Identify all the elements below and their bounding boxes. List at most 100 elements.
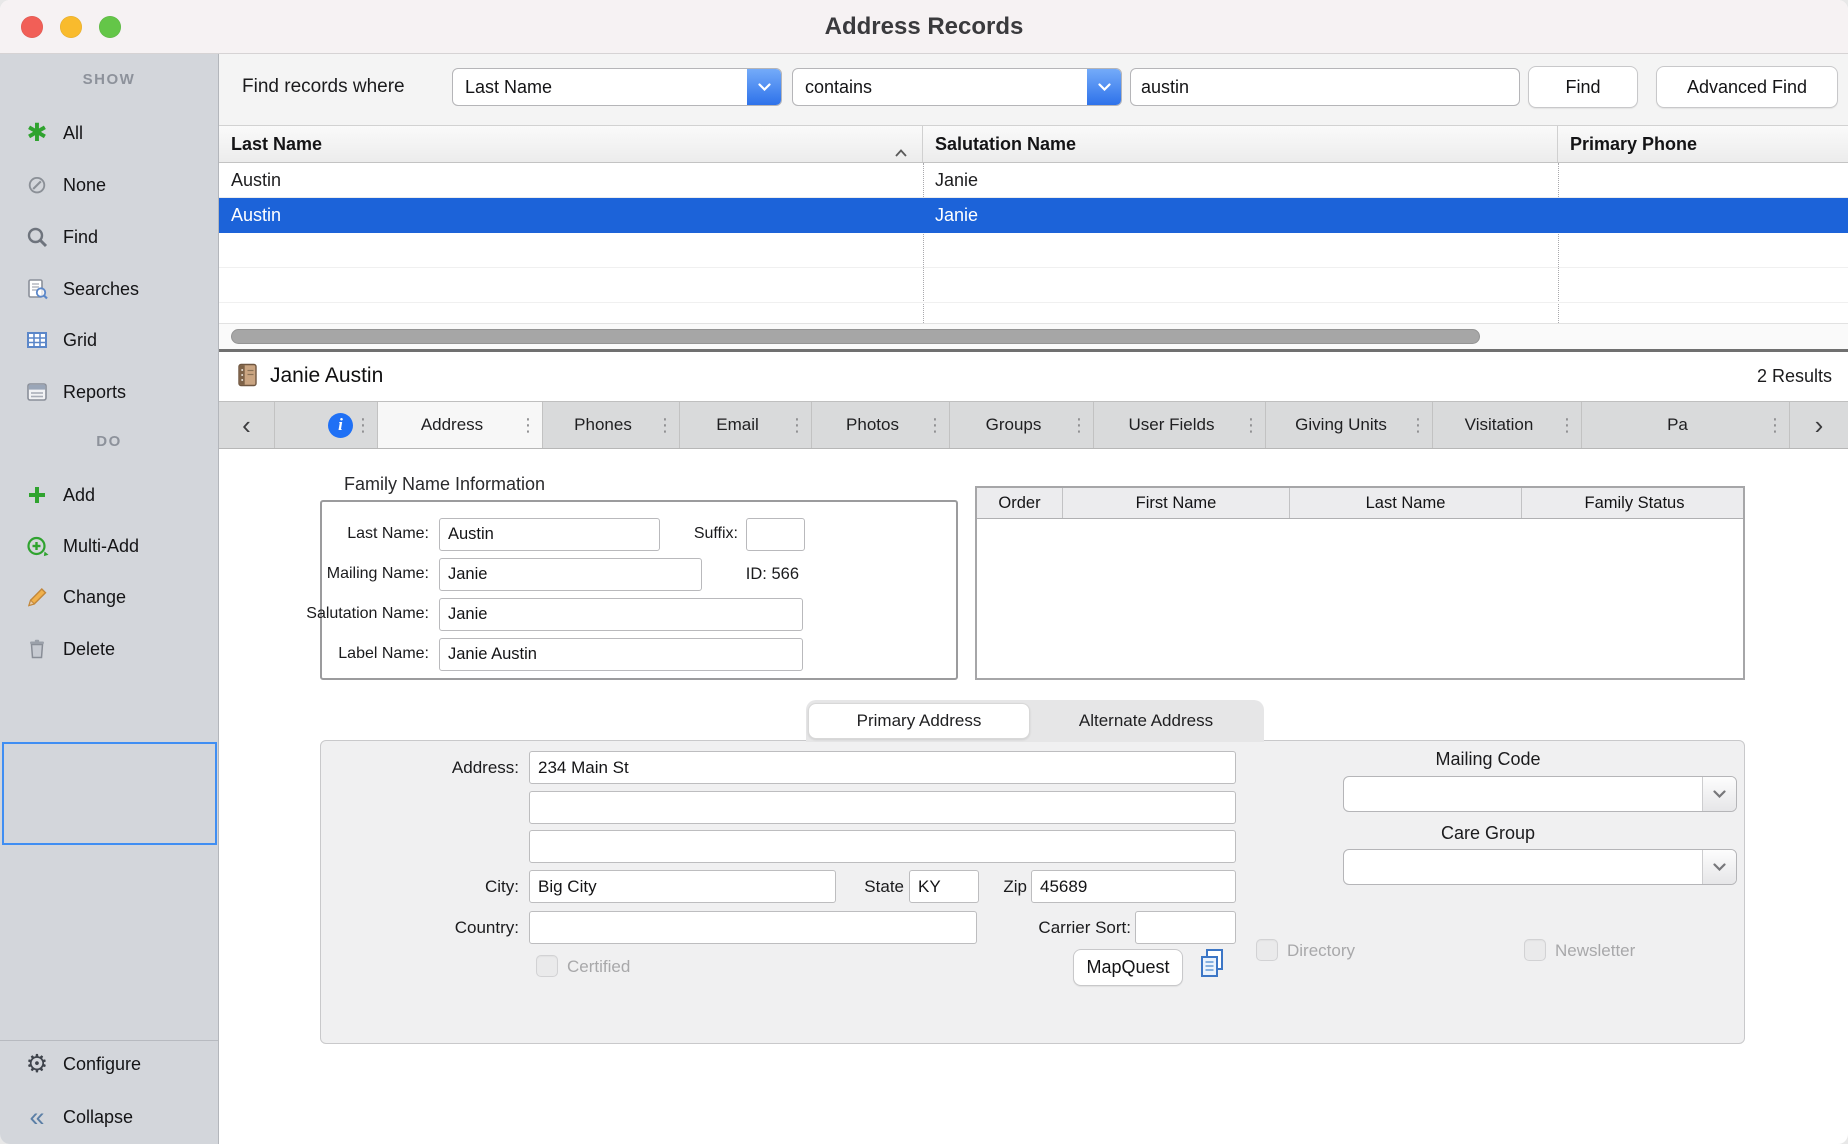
advanced-find-button[interactable]: Advanced Find bbox=[1656, 66, 1838, 108]
sidebar-item-find[interactable]: Find bbox=[0, 215, 218, 259]
copy-pages-icon[interactable] bbox=[1197, 947, 1227, 986]
family-members-table-body bbox=[977, 519, 1743, 678]
tab-options-icon[interactable]: ⋮ bbox=[1557, 415, 1577, 436]
tab-email[interactable]: Email ⋮ bbox=[680, 402, 812, 448]
sidebar-item-configure[interactable]: ⚙ Configure bbox=[0, 1042, 218, 1086]
find-button[interactable]: Find bbox=[1528, 66, 1638, 108]
members-column-family-status[interactable]: Family Status bbox=[1522, 488, 1747, 518]
certified-checkbox[interactable] bbox=[536, 955, 558, 977]
cell-salutation-name: Janie bbox=[923, 198, 1558, 233]
tab-giving-units[interactable]: Giving Units ⋮ bbox=[1266, 402, 1433, 448]
find-field-select[interactable]: Last Name bbox=[452, 68, 782, 106]
tab-options-icon[interactable]: ⋮ bbox=[1241, 415, 1261, 436]
members-column-first-name[interactable]: First Name bbox=[1063, 488, 1290, 518]
sidebar-item-change[interactable]: Change bbox=[0, 575, 218, 619]
label-name-input[interactable] bbox=[439, 638, 803, 671]
sidebar-item-all[interactable]: ✱ All bbox=[0, 111, 218, 155]
tab-phones[interactable]: Phones ⋮ bbox=[543, 402, 680, 448]
sidebar-item-grid[interactable]: Grid bbox=[0, 318, 218, 362]
tab-options-icon[interactable]: ⋮ bbox=[353, 415, 373, 436]
sidebar-item-multi-add[interactable]: Multi-Add bbox=[0, 524, 218, 568]
table-row-empty bbox=[219, 233, 1848, 268]
column-header-primary-phone[interactable]: Primary Phone bbox=[1558, 126, 1848, 162]
tab-options-icon[interactable]: ⋮ bbox=[1765, 415, 1785, 436]
sidebar-item-none[interactable]: ⊘ None bbox=[0, 163, 218, 207]
tab-pa-truncated[interactable]: Pa ⋮ bbox=[1582, 402, 1790, 448]
tab-info[interactable]: i ⋮ bbox=[275, 402, 378, 448]
salutation-name-input[interactable] bbox=[439, 598, 803, 631]
tab-visitation[interactable]: Visitation ⋮ bbox=[1433, 402, 1582, 448]
sidebar-item-label: Reports bbox=[63, 382, 126, 403]
sidebar-item-searches[interactable]: Searches bbox=[0, 267, 218, 311]
tab-options-icon[interactable]: ⋮ bbox=[1069, 415, 1089, 436]
mapquest-button-label: MapQuest bbox=[1086, 957, 1169, 978]
advanced-find-button-label: Advanced Find bbox=[1687, 77, 1807, 98]
record-id: ID: 566 bbox=[746, 565, 799, 584]
asterisk-icon: ✱ bbox=[24, 120, 50, 146]
tab-label: Photos bbox=[812, 415, 925, 435]
care-group-select[interactable] bbox=[1343, 849, 1737, 885]
country-input[interactable] bbox=[529, 911, 977, 944]
mailing-code-label: Mailing Code bbox=[1343, 749, 1633, 770]
results-count: 2 Results bbox=[1757, 366, 1832, 387]
sidebar-item-delete[interactable]: Delete bbox=[0, 627, 218, 671]
tab-primary-address[interactable]: Primary Address bbox=[808, 703, 1030, 739]
reports-icon bbox=[24, 379, 50, 405]
tab-address[interactable]: Address ⋮ bbox=[378, 402, 543, 448]
members-column-last-name[interactable]: Last Name bbox=[1290, 488, 1522, 518]
tab-options-icon[interactable]: ⋮ bbox=[1408, 415, 1428, 436]
address-line2-input[interactable] bbox=[529, 791, 1236, 824]
table-row[interactable]: Austin Janie bbox=[219, 163, 1848, 198]
tab-photos[interactable]: Photos ⋮ bbox=[812, 402, 950, 448]
state-input[interactable] bbox=[909, 870, 979, 903]
tab-alternate-address[interactable]: Alternate Address bbox=[1030, 703, 1262, 739]
info-icon: i bbox=[275, 413, 353, 438]
zip-input[interactable] bbox=[1031, 870, 1236, 903]
tab-label: Primary Address bbox=[857, 711, 982, 731]
directory-checkbox[interactable] bbox=[1256, 939, 1278, 961]
newsletter-checkbox[interactable] bbox=[1524, 939, 1546, 961]
tabs-scroll-left-button[interactable]: ‹ bbox=[219, 402, 275, 448]
tabs-scroll-right-button[interactable]: › bbox=[1790, 402, 1848, 448]
members-column-order[interactable]: Order bbox=[977, 488, 1063, 518]
sidebar-item-collapse[interactable]: « Collapse bbox=[0, 1095, 218, 1139]
horizontal-scrollbar-track[interactable] bbox=[219, 323, 1848, 349]
column-header-salutation-name[interactable]: Salutation Name bbox=[923, 126, 1558, 162]
sidebar-do-header: DO bbox=[0, 433, 218, 450]
carrier-sort-input[interactable] bbox=[1135, 911, 1236, 944]
sidebar-item-label: Searches bbox=[63, 279, 139, 300]
carrier-sort-label: Carrier Sort: bbox=[1007, 918, 1131, 938]
column-header-label: Primary Phone bbox=[1570, 134, 1697, 155]
gear-icon: ⚙ bbox=[24, 1051, 50, 1077]
tab-groups[interactable]: Groups ⋮ bbox=[950, 402, 1094, 448]
tab-label: Address bbox=[378, 415, 518, 435]
find-operator-select[interactable]: contains bbox=[792, 68, 1122, 106]
last-name-input[interactable] bbox=[439, 518, 660, 551]
address-line1-input[interactable] bbox=[529, 751, 1236, 784]
tab-options-icon[interactable]: ⋮ bbox=[518, 415, 538, 436]
zip-label: Zip bbox=[977, 877, 1027, 897]
column-header-label: Last Name bbox=[1366, 494, 1446, 513]
address-line3-input[interactable] bbox=[529, 830, 1236, 863]
magnifier-icon bbox=[24, 224, 50, 250]
sidebar-item-reports[interactable]: Reports bbox=[0, 370, 218, 414]
column-header-last-name[interactable]: Last Name bbox=[219, 126, 923, 162]
find-operator-value: contains bbox=[793, 77, 1087, 98]
find-query-input[interactable] bbox=[1130, 68, 1520, 106]
mailing-name-input[interactable] bbox=[439, 558, 702, 591]
newsletter-label: Newsletter bbox=[1555, 941, 1635, 961]
results-table-body: Austin Janie Austin Janie bbox=[219, 163, 1848, 323]
table-row-empty bbox=[219, 303, 1848, 323]
tab-user-fields[interactable]: User Fields ⋮ bbox=[1094, 402, 1266, 448]
table-row-selected[interactable]: Austin Janie bbox=[219, 198, 1848, 233]
horizontal-scrollbar-thumb[interactable] bbox=[231, 329, 1480, 344]
tab-options-icon[interactable]: ⋮ bbox=[655, 415, 675, 436]
sidebar-item-label: Collapse bbox=[63, 1107, 133, 1128]
tab-options-icon[interactable]: ⋮ bbox=[925, 415, 945, 436]
sidebar-item-add[interactable]: Add bbox=[0, 473, 218, 517]
city-input[interactable] bbox=[529, 870, 836, 903]
tab-options-icon[interactable]: ⋮ bbox=[787, 415, 807, 436]
mapquest-button[interactable]: MapQuest bbox=[1073, 949, 1183, 986]
mailing-code-select[interactable] bbox=[1343, 776, 1737, 812]
suffix-input[interactable] bbox=[746, 518, 805, 551]
